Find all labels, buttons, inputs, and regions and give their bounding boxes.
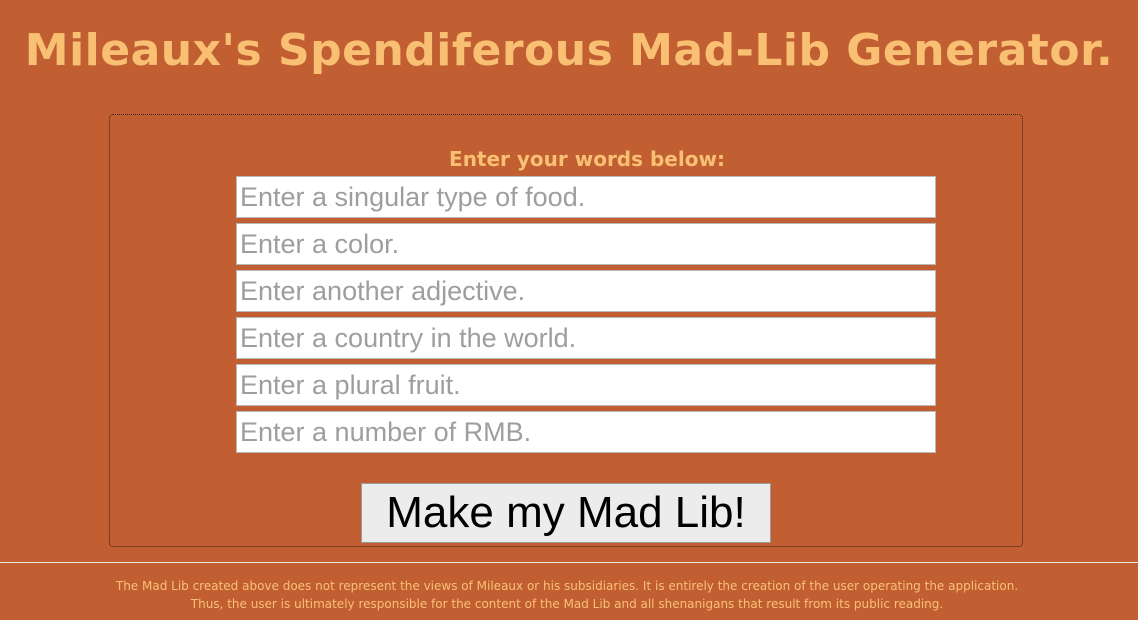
form-prompt: Enter your words below: (449, 147, 725, 171)
rmb-number-input[interactable] (236, 411, 936, 453)
adjective-input[interactable] (236, 270, 936, 312)
color-input[interactable] (236, 223, 936, 265)
make-mad-lib-button[interactable]: Make my Mad Lib! (361, 483, 771, 543)
food-input[interactable] (236, 176, 936, 218)
page-title: Mileaux's Spendiferous Mad-Lib Generator… (24, 25, 1114, 76)
footer-disclaimer: The Mad Lib created above does not repre… (115, 579, 1019, 611)
footer-divider (0, 562, 1138, 563)
fruit-input[interactable] (236, 364, 936, 406)
country-input[interactable] (236, 317, 936, 359)
